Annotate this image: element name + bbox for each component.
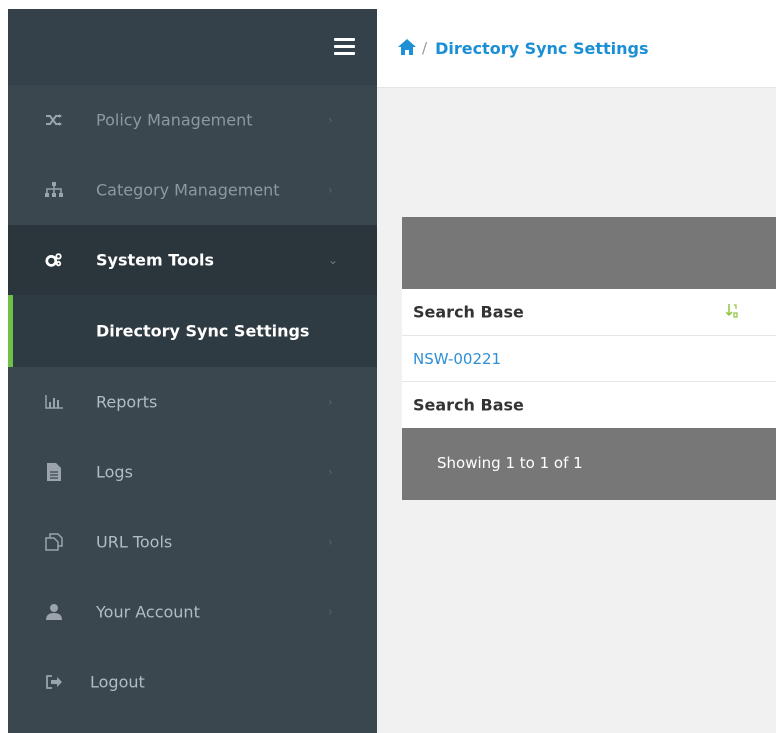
sidebar-item-policy-management[interactable]: Policy Management › xyxy=(8,85,377,155)
sidebar-item-your-account[interactable]: Your Account › xyxy=(8,577,377,647)
bar-chart-icon xyxy=(45,393,63,411)
sidebar-item-label: Logout xyxy=(90,672,145,692)
pagination-info: Showing 1 to 1 of 1 xyxy=(437,454,583,472)
chevron-right-icon: › xyxy=(328,535,333,549)
sidebar-item-label: System Tools xyxy=(96,250,214,270)
sidebar-item-label: URL Tools xyxy=(96,532,173,552)
main-content: / Directory Sync Settings Search Base NS… xyxy=(377,9,776,733)
copy-icon xyxy=(45,533,63,551)
sitemap-icon xyxy=(45,181,63,199)
sidebar-item-reports[interactable]: Reports › xyxy=(8,367,377,437)
chevron-right-icon: › xyxy=(328,465,333,479)
search-base-link[interactable]: NSW-00221 xyxy=(413,350,501,368)
chevron-right-icon: › xyxy=(328,605,333,619)
hamburger-menu-icon[interactable] xyxy=(334,38,355,55)
file-icon xyxy=(45,463,63,481)
column-header-search-base[interactable]: Search Base xyxy=(413,303,524,322)
breadcrumb-separator: / xyxy=(422,39,428,57)
sidebar-item-logout[interactable]: Logout xyxy=(8,647,377,717)
sidebar-item-label: Policy Management xyxy=(96,110,253,130)
sign-out-icon xyxy=(45,673,63,691)
column-footer-search-base: Search Base xyxy=(413,395,524,415)
chevron-right-icon: › xyxy=(328,183,333,197)
sidebar-item-label: Category Management xyxy=(96,180,280,200)
cogs-icon xyxy=(45,251,63,269)
user-icon xyxy=(45,603,63,621)
sidebar-header xyxy=(8,9,377,85)
chevron-down-icon: ⌄ xyxy=(328,253,339,267)
sidebar-subitem-label: Directory Sync Settings xyxy=(96,321,310,341)
sort-icon[interactable] xyxy=(725,303,738,318)
table-row: NSW-00221 xyxy=(402,336,776,382)
breadcrumb: / Directory Sync Settings xyxy=(377,9,776,88)
sidebar-item-logs[interactable]: Logs › xyxy=(8,437,377,507)
sidebar: Policy Management › Category Management … xyxy=(8,9,377,733)
sidebar-item-label: Reports xyxy=(96,392,158,412)
search-base-table: Search Base NSW-00221 Search Base Showin… xyxy=(402,217,776,500)
chevron-right-icon: › xyxy=(328,395,333,409)
sidebar-item-label: Logs xyxy=(96,462,133,482)
sidebar-item-category-management[interactable]: Category Management › xyxy=(8,155,377,225)
sidebar-subitem-directory-sync-settings[interactable]: Directory Sync Settings xyxy=(8,295,377,367)
table-info-footer: Showing 1 to 1 of 1 xyxy=(402,428,776,500)
table-panel-header xyxy=(402,217,776,289)
sidebar-item-system-tools[interactable]: System Tools ⌄ xyxy=(8,225,377,295)
shuffle-icon xyxy=(45,111,63,129)
table-footer-row: Search Base xyxy=(402,382,776,428)
home-icon[interactable] xyxy=(398,39,416,57)
chevron-right-icon: › xyxy=(328,113,333,127)
breadcrumb-current[interactable]: Directory Sync Settings xyxy=(435,39,648,58)
table-header-row: Search Base xyxy=(402,289,776,336)
sidebar-item-url-tools[interactable]: URL Tools › xyxy=(8,507,377,577)
sidebar-item-label: Your Account xyxy=(96,602,200,622)
